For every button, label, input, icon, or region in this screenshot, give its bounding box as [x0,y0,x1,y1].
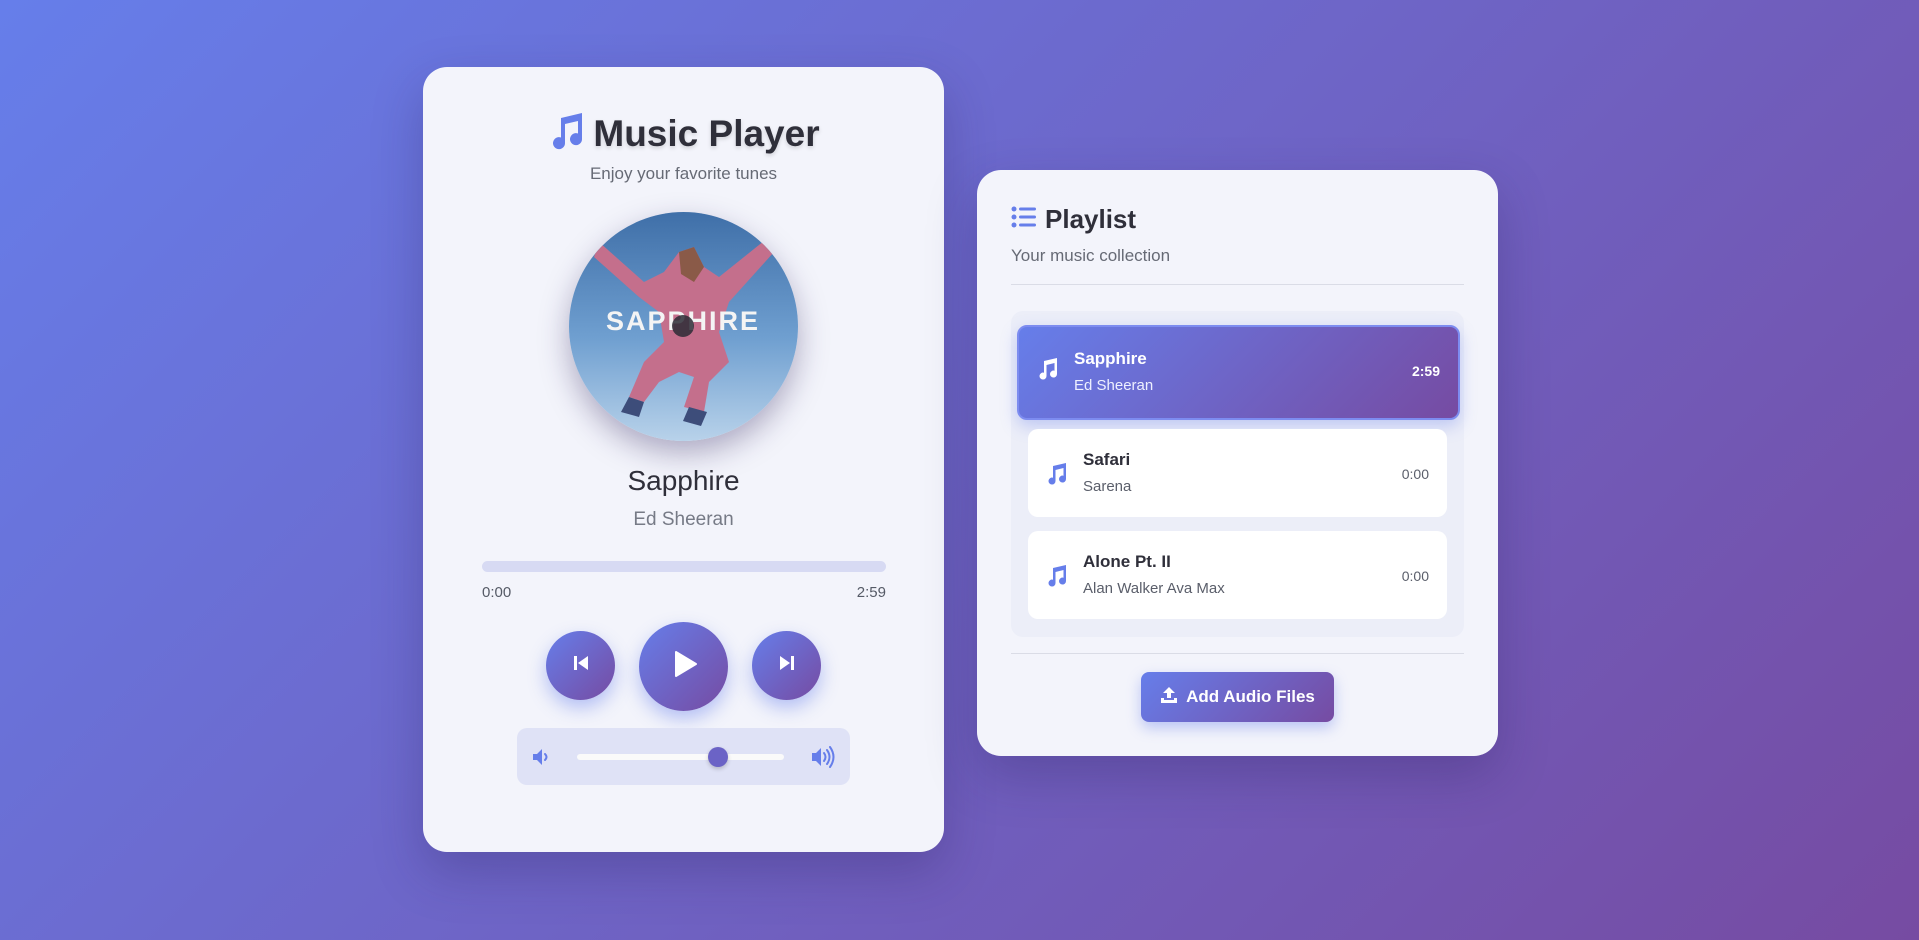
current-time: 0:00 [482,584,512,601]
song-artist: Alan Walker Ava Max [1083,580,1225,597]
song-artist: Sarena [1083,478,1132,495]
volume-control [517,728,850,785]
previous-button[interactable] [546,631,615,700]
song-title: Sapphire [1074,349,1147,368]
playlist-subtitle: Your music collection [1011,246,1171,265]
playlist-item-safari[interactable]: Safari Sarena 0:00 [1028,429,1447,517]
volume-low-icon[interactable] [531,746,553,773]
divider [1011,284,1464,285]
playlist-title: Playlist [1045,204,1137,234]
page-title: Music Player [593,112,820,154]
play-icon [669,649,699,684]
total-time: 2:59 [856,584,886,601]
play-button[interactable] [639,622,728,711]
upload-icon [1160,686,1178,709]
progress-bar[interactable] [482,561,886,572]
volume-slider[interactable] [577,747,784,767]
music-note-icon [1045,564,1069,593]
next-button[interactable] [752,631,821,700]
add-audio-files-label: Add Audio Files [1186,687,1315,706]
skip-back-icon [572,654,590,677]
playlist-item-alone-pt-ii[interactable]: Alone Pt. II Alan Walker Ava Max 0:00 [1028,531,1447,619]
now-playing-artist: Ed Sheeran [633,509,734,530]
player-subtitle: Enjoy your favorite tunes [589,164,778,183]
divider [1011,653,1464,654]
song-title: Safari [1083,450,1131,469]
volume-slider-handle[interactable] [707,747,728,767]
album-art: SAPPHIRE [569,212,798,441]
playlist-header: Playlist [1011,204,1136,235]
playlist-item-sapphire[interactable]: Sapphire Ed Sheeran 2:59 [1017,325,1460,420]
playlist-card: Playlist Your music collection Sapphire … [977,170,1498,756]
song-duration: 2:59 [1411,363,1440,379]
player-card: Music Player Enjoy your favorite tunes S… [423,67,944,852]
music-note-icon [1045,462,1069,491]
list-icon [1011,205,1037,234]
volume-high-icon[interactable] [810,745,836,774]
music-note-icon [547,111,587,156]
song-duration: 0:00 [1401,466,1429,482]
skip-forward-icon [778,654,796,677]
music-note-icon [1036,357,1060,386]
song-duration: 0:00 [1401,568,1429,584]
add-audio-files-button[interactable]: Add Audio Files [1141,672,1334,722]
song-title: Alone Pt. II [1083,552,1171,571]
song-artist: Ed Sheeran [1074,377,1154,394]
player-header: Music Player [423,111,944,156]
now-playing-title: Sapphire [627,465,740,496]
